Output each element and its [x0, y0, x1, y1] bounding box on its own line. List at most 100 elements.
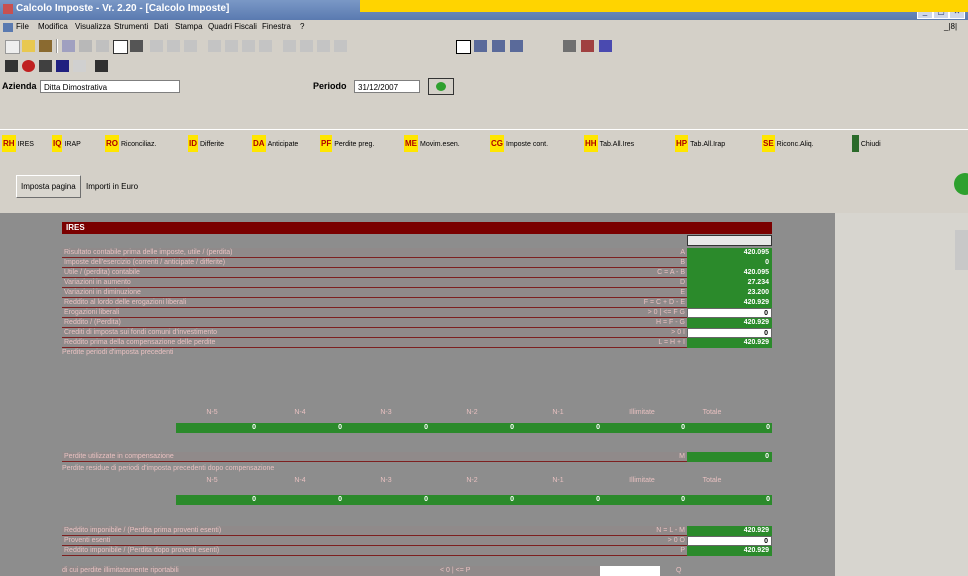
cascade-icon[interactable]	[492, 40, 505, 52]
child-window-controls[interactable]: _|8|	[944, 22, 957, 31]
tab-riconciliaz[interactable]: RO Riconciliaz.	[105, 135, 159, 152]
value-field[interactable]: 0	[605, 495, 685, 505]
action-bar: Imposta pagina Importi in Euro	[0, 158, 968, 213]
tools-icon[interactable]	[563, 40, 576, 52]
table-icon[interactable]	[56, 60, 69, 72]
scrollbar[interactable]	[955, 230, 968, 270]
value-field[interactable]: 420.929	[687, 318, 772, 328]
periodo-go-button[interactable]	[428, 78, 454, 95]
calc-icon[interactable]	[581, 40, 594, 52]
menu-stampa[interactable]: Stampa	[175, 22, 203, 31]
menu-file[interactable]: File	[16, 22, 29, 31]
col-header: N-1	[552, 409, 564, 416]
window-title: Calcolo Imposte - Vr. 2.20 - [Calcolo Im…	[16, 3, 230, 14]
value-field[interactable]: 0	[348, 495, 428, 505]
tab-chiudi[interactable]: ■ Chiudi	[852, 135, 884, 152]
value-field[interactable]: 0	[687, 258, 772, 268]
menu-modifica[interactable]: Modifica	[38, 22, 68, 31]
redo-disabled-icon[interactable]	[225, 40, 238, 52]
open-folder-icon[interactable]	[22, 40, 35, 52]
chart-icon[interactable]	[39, 60, 52, 72]
new-icon[interactable]	[5, 40, 20, 54]
menu-help[interactable]: ?	[300, 22, 304, 31]
cut-icon[interactable]	[79, 40, 92, 52]
child-window-icon[interactable]	[3, 23, 13, 32]
value-field[interactable]: 0	[262, 495, 342, 505]
last-record-icon[interactable]	[334, 40, 347, 52]
cut-disabled-icon[interactable]	[150, 40, 163, 52]
heart-icon[interactable]	[22, 60, 35, 72]
delete-icon[interactable]	[96, 40, 109, 52]
window-icon[interactable]	[456, 40, 471, 54]
value-field[interactable]: 0	[262, 423, 342, 433]
value-field[interactable]: 420.929	[687, 298, 772, 308]
value-field[interactable]: 0	[520, 423, 600, 433]
grid-icon[interactable]	[73, 60, 86, 72]
perdite-illimitate-input[interactable]	[600, 566, 660, 576]
next-record-icon[interactable]	[317, 40, 330, 52]
first-record-icon[interactable]	[283, 40, 296, 52]
tab-differite[interactable]: ID Differite	[188, 135, 227, 152]
tile-icon[interactable]	[474, 40, 487, 52]
value-field[interactable]: 420.929	[687, 526, 772, 536]
value-field[interactable]: 420.929	[687, 546, 772, 556]
settings-icon[interactable]	[599, 40, 612, 52]
value-field[interactable]: 0	[605, 423, 685, 433]
tab-movim-esen[interactable]: ME Movim.esen.	[404, 135, 463, 152]
table-row: Variazioni in diminuzione E 23.200	[62, 288, 772, 298]
value-field[interactable]: 0	[690, 423, 770, 433]
save-icon[interactable]	[62, 40, 75, 52]
tab-irap[interactable]: IQ IRAP	[52, 135, 84, 152]
layout-icon[interactable]	[95, 60, 108, 72]
open-icon[interactable]	[39, 40, 52, 52]
value-field[interactable]: 420.095	[687, 248, 772, 258]
value-field[interactable]: 0	[434, 495, 514, 505]
pin-icon[interactable]	[5, 60, 18, 72]
menu-finestra[interactable]: Finestra	[262, 22, 291, 31]
menu-strumenti[interactable]: Strumenti	[114, 22, 148, 31]
value-field[interactable]: 420.929	[687, 338, 772, 348]
value-field[interactable]: 27.234	[687, 278, 772, 288]
table-row: Reddito imponibile / (Perdita dopo prove…	[62, 546, 772, 556]
tab-riconc-aliq[interactable]: SE Riconc.Aliq.	[762, 135, 817, 152]
value-field[interactable]: 23.200	[687, 288, 772, 298]
value-field[interactable]: 0	[348, 423, 428, 433]
value-field[interactable]: 0	[520, 495, 600, 505]
prev-record-icon[interactable]	[300, 40, 313, 52]
azienda-field[interactable]: Ditta Dimostrativa	[40, 80, 180, 93]
tab-tab-all-ires[interactable]: HH Tab.All.Ires	[584, 135, 637, 152]
close-module-icon: ■	[852, 135, 859, 152]
find-disabled-icon[interactable]	[242, 40, 255, 52]
print-preview-icon[interactable]	[113, 40, 128, 54]
value-input[interactable]: 0	[687, 536, 772, 546]
value-field[interactable]: 0	[176, 495, 256, 505]
print-icon[interactable]	[130, 40, 143, 52]
copy-disabled-icon[interactable]	[167, 40, 180, 52]
menu-dati[interactable]: Dati	[154, 22, 168, 31]
tab-perdite-preg[interactable]: PF Perdite preg.	[320, 135, 377, 152]
toolbar-separator	[56, 39, 58, 53]
imposta-pagina-button[interactable]: Imposta pagina	[16, 175, 81, 198]
value-input[interactable]: 0	[687, 308, 772, 318]
perdite-prec-label: Perdite periodi d'imposta precedenti	[62, 349, 174, 356]
value-field[interactable]: 0	[687, 452, 772, 462]
importi-euro-button[interactable]: Importi in Euro	[81, 175, 143, 198]
paste-disabled-icon[interactable]	[184, 40, 197, 52]
periodo-field[interactable]: 31/12/2007	[354, 80, 420, 93]
tab-imposte-cont[interactable]: CG Imposte cont.	[490, 135, 551, 152]
tab-anticipate[interactable]: DA Anticipate	[252, 135, 301, 152]
value-field[interactable]: 420.095	[687, 268, 772, 278]
tab-tab-all-irap[interactable]: HP Tab.All.Irap	[675, 135, 728, 152]
sort-disabled-icon[interactable]	[259, 40, 272, 52]
value-field[interactable]: 0	[176, 423, 256, 433]
value-field[interactable]: 0	[434, 423, 514, 433]
empty-value-box[interactable]	[687, 235, 772, 246]
value-field[interactable]: 0	[690, 495, 770, 505]
tab-ires[interactable]: RH IRES	[2, 135, 37, 152]
value-input[interactable]: 0	[687, 328, 772, 338]
arrange-icon[interactable]	[510, 40, 523, 52]
menu-quadri-fiscali[interactable]: Quadri Fiscali	[208, 22, 257, 31]
menu-visualizza[interactable]: Visualizza	[75, 22, 111, 31]
module-tabs: RH IRES IQ IRAP RO Riconciliaz. ID Differite…	[0, 129, 968, 158]
undo-disabled-icon[interactable]	[208, 40, 221, 52]
